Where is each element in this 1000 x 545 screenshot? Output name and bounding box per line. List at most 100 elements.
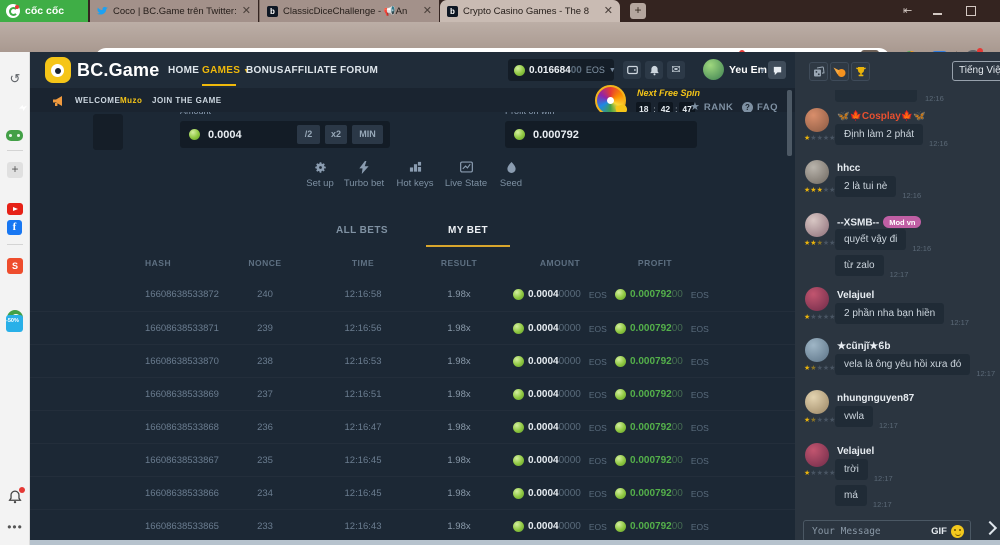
nav-bonus[interactable]: BONUS — [246, 65, 284, 76]
chat-username[interactable]: --XSMB--Mod vn — [837, 216, 921, 229]
balance-display[interactable]: 0.01668400 EOS ▼ — [508, 59, 614, 81]
browser-brand[interactable]: cốc cốc — [0, 0, 88, 22]
coin-icon — [615, 521, 626, 532]
site-logo-text[interactable]: BC.Game — [77, 60, 159, 81]
chat-username[interactable]: nhungnguyen87 — [837, 393, 914, 404]
add-shortcut-button[interactable]: + — [7, 162, 23, 178]
coin-icon — [513, 521, 524, 532]
chat-toggle-button[interactable] — [768, 61, 786, 79]
shopee-icon[interactable]: S — [7, 258, 23, 274]
chat-input-box[interactable]: GIF — [803, 520, 971, 542]
send-message-icon[interactable] — [983, 521, 997, 535]
chat-username[interactable]: 🦋🍁Cosplay🍁🦋 — [837, 111, 926, 122]
tab-close-icon[interactable]: ✕ — [242, 6, 251, 17]
bet-result: 1.98x — [419, 378, 499, 411]
bet-amount: 0.00040000 EOS — [513, 345, 607, 378]
hot-keys-tool[interactable]: Hot keys — [392, 160, 438, 189]
avatar[interactable] — [805, 160, 829, 184]
minimize-button[interactable] — [933, 13, 942, 15]
live-state-tool[interactable]: Live State — [443, 160, 489, 189]
vertical-scrollbar-thumb[interactable] — [787, 90, 792, 156]
currency-label: EOS — [691, 489, 709, 499]
nav-home[interactable]: HOME — [168, 65, 199, 76]
chat-username[interactable]: Velajuel — [837, 290, 874, 301]
bet-hash[interactable]: 16608638533872 — [145, 278, 219, 311]
bars-icon — [392, 160, 438, 174]
sidebar-menu-icon[interactable]: ••• — [7, 520, 23, 534]
restore-button[interactable] — [966, 6, 976, 16]
avatar[interactable] — [805, 287, 829, 311]
tab-pin-icon[interactable]: ⇤ — [903, 6, 912, 17]
currency-label: EOS — [589, 324, 607, 334]
message-time: 12:17 — [879, 421, 898, 430]
double-bet-button[interactable]: x2 — [325, 125, 347, 144]
tab-close-icon[interactable]: ✕ — [604, 6, 613, 17]
dice-chat-button[interactable] — [809, 62, 828, 81]
bet-amount: 0.00040000 EOS — [513, 411, 607, 444]
trophy-button[interactable] — [851, 62, 870, 81]
browser-tab-3-active[interactable]: b Crypto Casino Games - The 8 ✕ — [440, 0, 620, 22]
coin-icon — [615, 455, 626, 466]
chat-username[interactable]: Velajuel — [837, 446, 874, 457]
seed-tool[interactable]: Seed — [488, 160, 534, 189]
trophy-icon — [855, 66, 867, 77]
bet-hash[interactable]: 16608638533865 — [145, 510, 219, 540]
seed-icon — [488, 160, 534, 174]
games-icon[interactable] — [6, 130, 23, 141]
half-bet-button[interactable]: /2 — [297, 125, 320, 144]
amount-label: Amount — [180, 112, 211, 117]
bet-hash[interactable]: 16608638533868 — [145, 411, 219, 444]
nav-active-underline — [202, 84, 236, 86]
youtube-icon[interactable] — [7, 203, 23, 215]
fireball-button[interactable] — [830, 62, 849, 81]
horizontal-scrollbar-track[interactable] — [30, 540, 1000, 545]
nav-games[interactable]: GAMES ▼ — [202, 65, 251, 76]
facebook-icon[interactable]: f — [7, 220, 22, 235]
next-free-spin-label[interactable]: Next Free Spin — [637, 88, 700, 98]
setup-tool[interactable]: Set up — [297, 160, 343, 189]
language-button[interactable]: Tiếng Việt ▼ — [952, 61, 1000, 81]
welcome-username[interactable]: Muzo — [120, 96, 142, 105]
chat-username[interactable]: hhcc — [837, 163, 860, 174]
avatar[interactable] — [805, 338, 829, 362]
chat-input[interactable] — [810, 525, 927, 538]
tab-close-icon[interactable]: ✕ — [423, 6, 432, 17]
messages-button[interactable]: ✉ — [667, 61, 685, 79]
tab-all-bets[interactable]: ALL BETS — [320, 225, 404, 236]
browser-tab-1[interactable]: Coco | BC.Game trên Twitter: ✕ — [90, 0, 258, 22]
bet-hash[interactable]: 16608638533866 — [145, 477, 219, 510]
currency-label: EOS — [589, 390, 607, 400]
new-tab-button[interactable]: + — [630, 3, 646, 19]
history-icon[interactable]: ↺ — [7, 72, 23, 85]
deal-50-icon[interactable]: -50% — [6, 315, 23, 332]
avatar[interactable] — [805, 213, 829, 237]
notifications-button[interactable] — [645, 61, 663, 79]
bet-profit: 0.00079200 EOS — [615, 444, 709, 477]
chat-username[interactable]: ★cũnjĩ★ϐb — [837, 341, 890, 352]
avatar[interactable] — [805, 108, 829, 132]
tab-my-bet[interactable]: MY BET — [426, 225, 510, 236]
gif-button[interactable]: GIF — [931, 526, 947, 537]
min-bet-button[interactable]: MIN — [352, 125, 383, 144]
col-hash: HASH — [145, 258, 171, 268]
nav-forum[interactable]: FORUM — [340, 65, 378, 76]
coccoc-logo-icon — [6, 4, 20, 18]
bet-hash[interactable]: 16608638533871 — [145, 312, 219, 345]
bet-hash[interactable]: 16608638533869 — [145, 378, 219, 411]
notifications-bell-icon[interactable] — [8, 490, 22, 509]
currency-label: EOS — [589, 423, 607, 433]
turbo-bet-tool[interactable]: Turbo bet — [341, 160, 387, 189]
browser-tab-2[interactable]: b ClassicDiceChallenge - 📢An ✕ — [259, 0, 439, 22]
avatar[interactable] — [805, 390, 829, 414]
avatar[interactable] — [805, 443, 829, 467]
bcgame-logo-icon[interactable] — [45, 57, 71, 83]
user-avatar[interactable] — [703, 59, 724, 80]
bet-hash[interactable]: 16608638533870 — [145, 345, 219, 378]
table-row: 16608638533870 238 12:16:53 1.98x 0.0004… — [30, 344, 795, 378]
nav-affiliate[interactable]: AFFILIATE — [284, 65, 337, 76]
currency-label: EOS — [589, 290, 607, 300]
emoji-button[interactable] — [951, 525, 964, 538]
bet-hash[interactable]: 16608638533867 — [145, 444, 219, 477]
wallet-button[interactable] — [623, 61, 641, 79]
currency-select[interactable]: EOS — [586, 65, 605, 75]
